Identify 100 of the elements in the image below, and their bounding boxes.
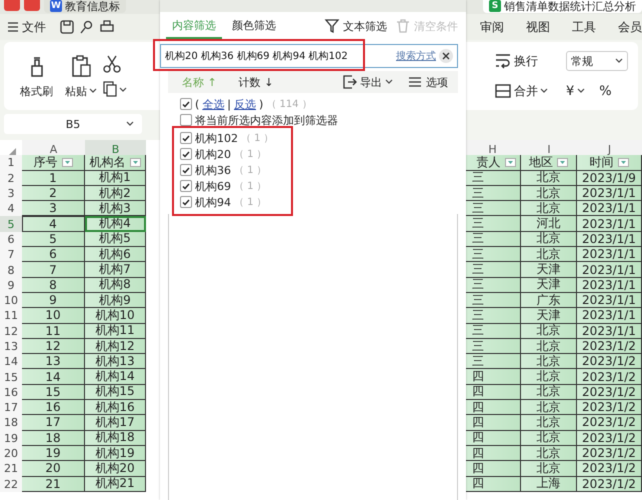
save-icon[interactable] (60, 20, 74, 34)
table-cell: 北京 (521, 430, 577, 446)
sort-button[interactable]: 计数 ↓ (230, 74, 282, 90)
table-cell: 三 (464, 278, 521, 293)
toolbar-button[interactable]: 选项 (403, 74, 452, 90)
checkbox[interactable] (180, 164, 192, 176)
table-cell: 机构3 (85, 201, 146, 216)
number-format-dropdown[interactable]: 常规 (566, 51, 628, 71)
checkbox[interactable] (180, 132, 192, 144)
print-icon[interactable] (100, 20, 114, 34)
row-header[interactable]: 19 (0, 430, 22, 446)
document-tab[interactable]: S 销售清单数据统计汇总分析 (483, 0, 642, 13)
filter-item-label[interactable]: 机构102 (195, 130, 238, 146)
filter-item-label[interactable]: 机构94 (195, 194, 231, 210)
ribbon-button[interactable]: 换行 (490, 50, 552, 72)
filter-dropdown-icon[interactable] (504, 158, 516, 167)
checkbox[interactable] (180, 196, 192, 208)
table-cell: 机构7 (85, 262, 146, 278)
row-header[interactable]: 2 (0, 170, 22, 186)
row-header[interactable]: 20 (0, 446, 22, 462)
table-cell: 北京 (521, 247, 577, 262)
checkbox-label: 将当前所选内容添加到筛选器 (195, 112, 338, 128)
row-header[interactable]: 12 (0, 324, 22, 339)
filter-dropdown-icon[interactable] (62, 158, 72, 167)
table-cell: 机构18 (85, 430, 146, 446)
filter-tab[interactable]: 颜色筛选 (226, 14, 282, 38)
ribbon-button[interactable]: 合并 (490, 80, 552, 102)
row-header[interactable]: 9 (0, 278, 22, 293)
search-field[interactable]: 机构20 机构36 机构69 机构94 机构102 搜索方式 (160, 44, 458, 68)
currency-button[interactable]: ¥ (566, 84, 586, 98)
table-cell: 四 (464, 430, 521, 446)
export-icon (341, 74, 357, 90)
table-cell: 北京 (521, 186, 577, 202)
filter-tab[interactable]: 内容筛选 (166, 14, 222, 38)
filter-dropdown-icon[interactable] (618, 158, 628, 167)
percent-button[interactable]: % (599, 84, 612, 98)
table-cell: 20 (22, 461, 85, 477)
scissors-icon[interactable] (103, 55, 121, 73)
row-header[interactable]: 1 (0, 155, 22, 171)
name-box[interactable]: B5 (4, 114, 142, 134)
row-header[interactable]: 11 (0, 308, 22, 324)
table-cell: 机构9 (85, 292, 146, 308)
checkbox[interactable] (180, 114, 192, 126)
table-cell: 天津 (521, 278, 577, 293)
toolbar-button[interactable]: 导出 (337, 74, 397, 90)
select-all-link[interactable]: 全选 (202, 96, 224, 112)
menu-tab[interactable]: 视图 (526, 16, 550, 38)
row-header[interactable]: 7 (0, 247, 22, 262)
menu-tab[interactable]: 工具 (572, 16, 596, 38)
table-cell: 机构6 (85, 247, 146, 262)
row-header[interactable]: 3 (0, 186, 22, 202)
filter-dropdown-icon[interactable] (557, 158, 568, 167)
caret-icon (615, 58, 623, 64)
table-cell: 2023/1/1 (577, 292, 642, 308)
check-icon (182, 198, 190, 206)
menu-tab[interactable]: 会员 (618, 16, 642, 38)
table-cell: 北京 (521, 415, 577, 431)
filter-item-label[interactable]: 机构20 (195, 146, 231, 162)
table-cell: 北京 (521, 354, 577, 370)
filter-item-label[interactable]: 机构36 (195, 162, 231, 178)
pin-icon[interactable] (80, 20, 94, 34)
row-header[interactable]: 4 (0, 201, 22, 216)
row-header[interactable]: 18 (0, 415, 22, 431)
checkbox[interactable] (180, 180, 192, 192)
row-header[interactable]: 15 (0, 369, 22, 385)
invert-selection-link[interactable]: 反选 (234, 96, 256, 112)
copy-icon[interactable] (103, 81, 127, 97)
row-header[interactable]: 13 (0, 338, 22, 354)
check-icon (182, 166, 190, 174)
table-cell: 8 (22, 278, 85, 293)
filter-action-button[interactable]: 文本筛选 (322, 16, 389, 36)
filter-item-label[interactable]: 机构69 (195, 178, 231, 194)
table-cell: 2023/1/2 (577, 446, 642, 462)
document-tab[interactable]: W 教育信息标 (44, 0, 126, 13)
table-cell: 19 (22, 446, 85, 462)
table-cell: 北京 (521, 232, 577, 248)
menu-tab[interactable]: 审阅 (480, 16, 504, 38)
search-mode-link[interactable]: 搜索方式 (396, 49, 436, 63)
ribbon-button[interactable]: 粘贴 (59, 52, 103, 100)
row-header[interactable]: 16 (0, 384, 22, 400)
table-cell: 机构21 (85, 476, 146, 492)
table-cell: 12 (22, 338, 85, 354)
checkbox[interactable] (180, 148, 192, 160)
row-header[interactable]: 17 (0, 400, 22, 416)
row-header[interactable]: 14 (0, 354, 22, 370)
table-cell: 11 (22, 324, 85, 339)
table-cell: 9 (22, 292, 85, 308)
row-header[interactable]: 21 (0, 461, 22, 477)
ribbon-button[interactable]: 格式刷 (14, 52, 59, 100)
row-header[interactable]: 22 (0, 476, 22, 492)
row-header[interactable]: 6 (0, 232, 22, 248)
file-menu[interactable]: 文件 (0, 16, 54, 38)
row-header[interactable]: 8 (0, 262, 22, 278)
item-count: （ 114 ） (266, 98, 312, 111)
filter-dropdown-icon[interactable] (130, 158, 140, 167)
row-header[interactable]: 10 (0, 292, 22, 308)
row-header[interactable]: 5 (0, 216, 22, 232)
checkbox[interactable] (180, 98, 192, 110)
table-cell: 2023/1/2 (577, 476, 642, 492)
clear-button[interactable] (439, 49, 453, 63)
